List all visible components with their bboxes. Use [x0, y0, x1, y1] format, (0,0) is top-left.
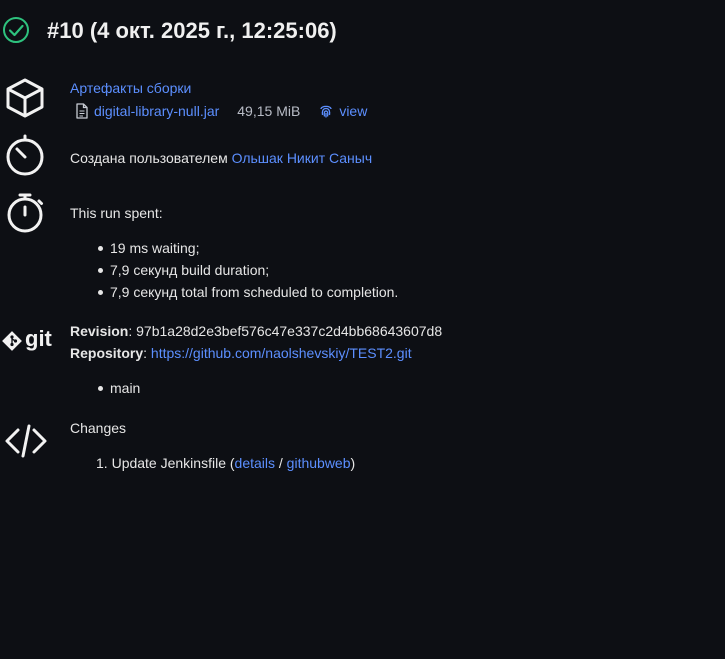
- list-item: main: [97, 377, 442, 399]
- created-by-label: Создана пользователем: [70, 150, 232, 166]
- artifacts-link[interactable]: Артефакты сборки: [70, 80, 191, 96]
- timer-icon: [6, 134, 44, 176]
- change-details-link[interactable]: details: [235, 455, 275, 471]
- page-title: #10 (4 окт. 2025 г., 12:25:06): [47, 18, 337, 43]
- change-number: 1.: [96, 455, 108, 471]
- git-section: Revision: 97b1a28d2e3bef576c47e337c2d4bb…: [70, 320, 442, 399]
- success-check-icon: [3, 17, 29, 43]
- repository-link[interactable]: https://github.com/naolshevskiy/TEST2.gi…: [151, 345, 412, 361]
- list-item: 7,9 секунд total from scheduled to compl…: [97, 281, 398, 303]
- change-githubweb-link[interactable]: githubweb: [287, 455, 351, 471]
- created-by-user-link[interactable]: Ольшак Никит Саныч: [232, 150, 373, 166]
- change-text: Update Jenkinsfile (: [111, 455, 235, 471]
- list-item: 19 ms waiting;: [97, 237, 398, 259]
- git-logo-icon: [2, 331, 22, 351]
- git-logo-text: git: [25, 326, 52, 351]
- timing-list: 19 ms waiting; 7,9 секунд build duration…: [70, 237, 398, 303]
- list-item: 7,9 секунд build duration;: [97, 259, 398, 281]
- package-icon: [6, 78, 44, 118]
- fingerprint-icon[interactable]: [319, 103, 333, 119]
- stopwatch-icon: [7, 193, 43, 233]
- changes-section: Changes 1. Update Jenkinsfile (details /…: [70, 417, 355, 474]
- changes-heading: Changes: [70, 420, 127, 436]
- change-close: ): [350, 455, 356, 471]
- view-fingerprint-link[interactable]: view: [339, 100, 367, 122]
- build-page: #10 (4 окт. 2025 г., 12:25:06) Артефакты…: [0, 0, 725, 659]
- created-by-section: Создана пользователем Ольшак Никит Саныч: [70, 147, 372, 169]
- timing-section: This run spent: 19 ms waiting; 7,9 секун…: [70, 202, 398, 303]
- revision-label: Revision: [70, 323, 129, 339]
- changes-list: 1. Update Jenkinsfile (details / githubw…: [70, 452, 355, 474]
- revision-value: : 97b1a28d2e3bef576c47e337c2d4bb68643607…: [128, 323, 443, 339]
- artifacts-section: Артефакты сборки digital-library-null.ja…: [70, 77, 367, 123]
- repository-label: Repository: [70, 345, 144, 361]
- artifact-file-size: 49,15 MiB: [237, 103, 301, 119]
- timing-heading: This run spent:: [70, 205, 163, 221]
- file-icon: [76, 103, 88, 119]
- repository-separator: :: [143, 345, 151, 361]
- code-icon: [5, 424, 47, 458]
- git-logo: git: [2, 326, 52, 352]
- list-item: 1. Update Jenkinsfile (details / githubw…: [96, 452, 355, 474]
- change-separator: /: [275, 455, 287, 471]
- artifact-file-link[interactable]: digital-library-null.jar: [94, 100, 219, 122]
- branch-list: main: [70, 377, 442, 399]
